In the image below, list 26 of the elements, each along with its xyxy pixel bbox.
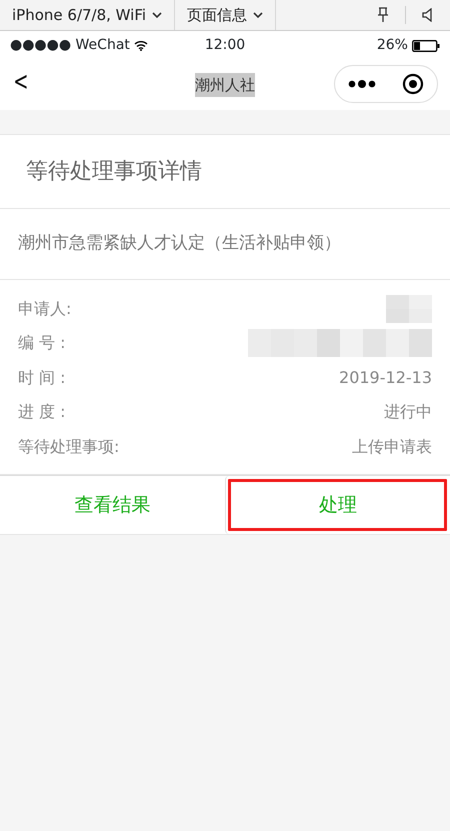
detail-label: 等待处理事项:	[18, 436, 120, 458]
back-button[interactable]: <	[13, 69, 29, 95]
section-heading: 等待处理事项详情	[26, 159, 202, 184]
detail-label: 编 号 :	[18, 332, 66, 354]
detail-value: 2019-12-13	[339, 366, 432, 389]
page-title: 潮州人社	[195, 72, 255, 98]
pin-icon[interactable]	[377, 7, 389, 23]
battery-percent: 26%	[376, 36, 408, 55]
item-title: 潮州市急需紧缺人才认定（生活补贴申领）	[18, 233, 341, 253]
more-icon[interactable]	[348, 80, 376, 88]
caret-icon	[152, 12, 162, 18]
clock-text: 12:00	[204, 37, 246, 53]
caret-icon	[253, 12, 264, 18]
page-info-dropdown[interactable]: 页面信息	[175, 0, 276, 30]
device-dropdown[interactable]: iPhone 6/7/8, WiFi	[0, 0, 176, 30]
carrier-text: ●●●●● WeChat	[10, 36, 130, 55]
redacted-value	[386, 294, 432, 323]
battery-icon	[412, 40, 440, 52]
detail-label: 进 度 :	[18, 401, 66, 424]
close-icon[interactable]	[402, 73, 424, 95]
detail-value: 上传申请表	[352, 436, 432, 458]
detail-value: 进行中	[384, 401, 432, 424]
detail-label: 申请人:	[18, 298, 72, 320]
speaker-icon[interactable]	[422, 8, 434, 22]
detail-label: 时 间 :	[18, 366, 66, 389]
wifi-icon	[134, 40, 148, 51]
